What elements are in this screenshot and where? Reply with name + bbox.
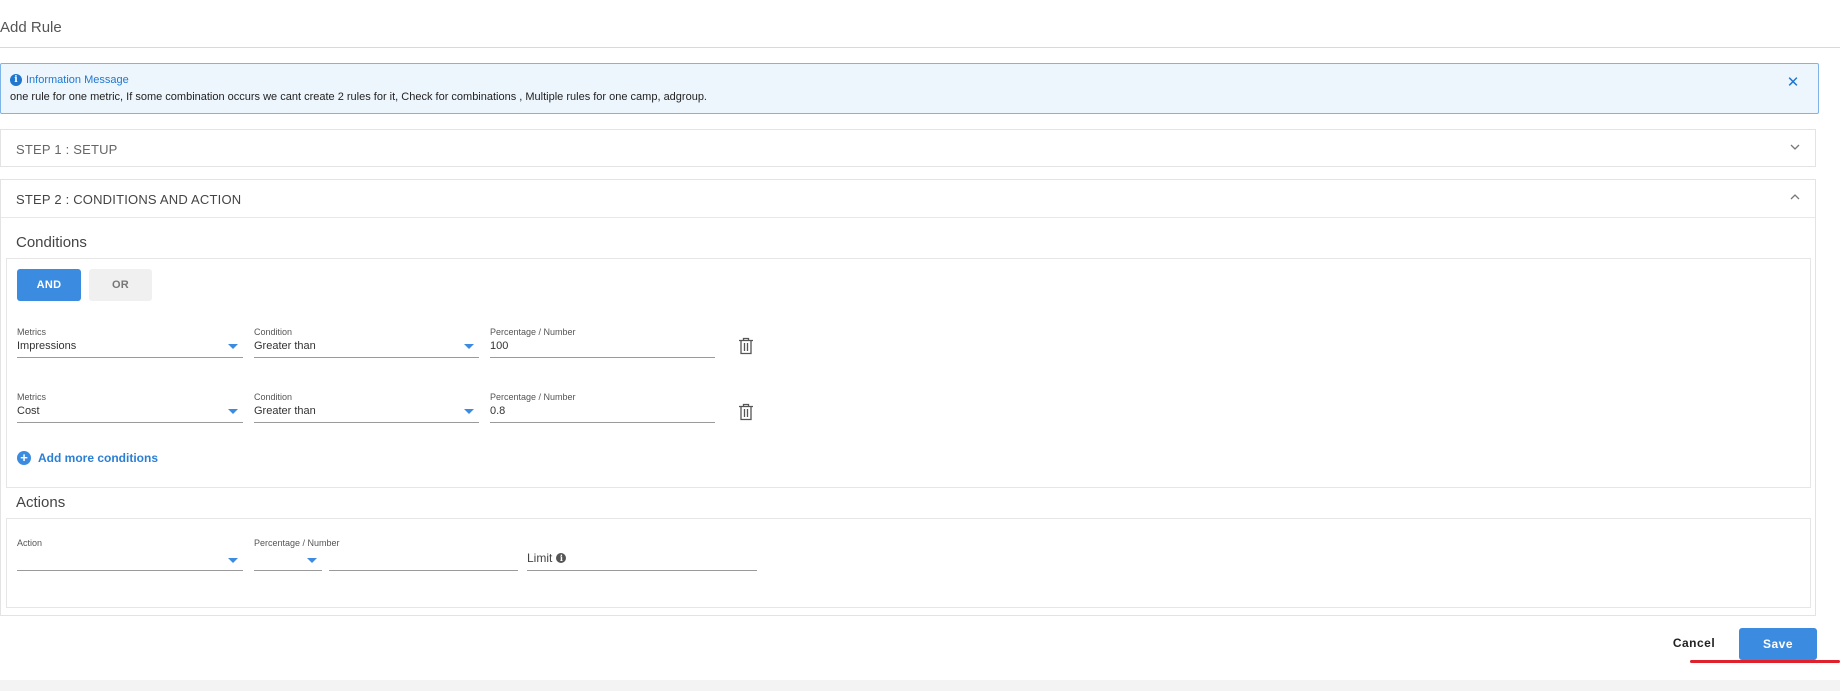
metric-select-1[interactable]: Metrics Impressions [17,327,243,359]
step-1-title: STEP 1 : SETUP [16,142,118,157]
plus-icon: + [17,451,31,465]
trash-icon[interactable] [738,337,754,355]
percentage-number-label: Percentage / Number [254,538,340,548]
condition-label: Condition [254,392,293,402]
metric-value: Cost [17,405,40,417]
step-1-header[interactable]: STEP 1 : SETUP [1,130,1815,168]
actions-title: Actions [16,494,66,511]
number-input-2[interactable]: Percentage / Number 0.8 [490,392,715,424]
cancel-button[interactable]: Cancel [1660,630,1728,656]
chevron-down-icon [228,558,238,563]
number-label: Percentage / Number [490,392,576,402]
limit-label-text: Limit [527,551,553,565]
metric-value: Impressions [17,340,77,352]
info-title: i Information Message [10,74,129,86]
chevron-down-icon[interactable] [1789,141,1801,153]
conditions-title: Conditions [16,234,87,251]
number-input-1[interactable]: Percentage / Number 100 [490,327,715,359]
action-select[interactable]: Action [17,538,243,572]
info-title-text: Information Message [26,74,129,86]
step-1-panel: STEP 1 : SETUP [0,129,1816,167]
number-value: 0.8 [490,405,506,417]
close-icon[interactable]: ✕ [1785,75,1801,91]
info-text: one rule for one metric, If some combina… [10,91,707,103]
footer-band [0,680,1840,691]
percentage-number-input[interactable] [329,538,518,572]
condition-select-1[interactable]: Condition Greater than [254,327,479,359]
info-icon[interactable]: i [556,553,567,563]
number-label: Percentage / Number [490,327,576,337]
metric-label: Metrics [17,327,46,337]
step-2-title: STEP 2 : CONDITIONS AND ACTION [16,192,242,207]
chevron-down-icon [307,558,317,563]
number-value: 100 [490,340,509,352]
metric-label: Metrics [17,392,46,402]
metric-select-2[interactable]: Metrics Cost [17,392,243,424]
and-toggle-button[interactable]: AND [17,269,81,301]
add-more-conditions-button[interactable]: + Add more conditions [17,451,158,465]
step-2-panel: STEP 2 : CONDITIONS AND ACTION Condition… [0,179,1816,616]
condition-value: Greater than [254,340,316,352]
trash-icon[interactable] [738,403,754,421]
add-more-conditions-label: Add more conditions [38,451,158,465]
percentage-number-select[interactable]: Percentage / Number [254,538,340,572]
step-2-header[interactable]: STEP 2 : CONDITIONS AND ACTION [1,180,1815,218]
page-title: Add Rule [0,19,62,36]
chevron-up-icon[interactable] [1789,191,1801,203]
action-label: Action [17,538,43,548]
actions-box: Action Percentage / Number Limit i [6,518,1811,608]
limit-label: Limit i [527,551,567,565]
save-button[interactable]: Save [1739,628,1817,660]
limit-input[interactable]: Limit i [527,538,757,572]
chevron-down-icon [228,409,238,414]
condition-value: Greater than [254,405,316,417]
condition-label: Condition [254,327,293,337]
chevron-down-icon [464,409,474,414]
chevron-down-icon [228,344,238,349]
information-message: i Information Message one rule for one m… [0,63,1819,114]
page-header: Add Rule [0,0,1840,48]
chevron-down-icon [464,344,474,349]
condition-select-2[interactable]: Condition Greater than [254,392,479,424]
info-icon: i [10,74,22,86]
red-underline-annotation [1690,660,1840,663]
conditions-box: AND OR Metrics Impressions Condition Gre… [6,258,1811,488]
or-toggle-button[interactable]: OR [89,269,152,301]
